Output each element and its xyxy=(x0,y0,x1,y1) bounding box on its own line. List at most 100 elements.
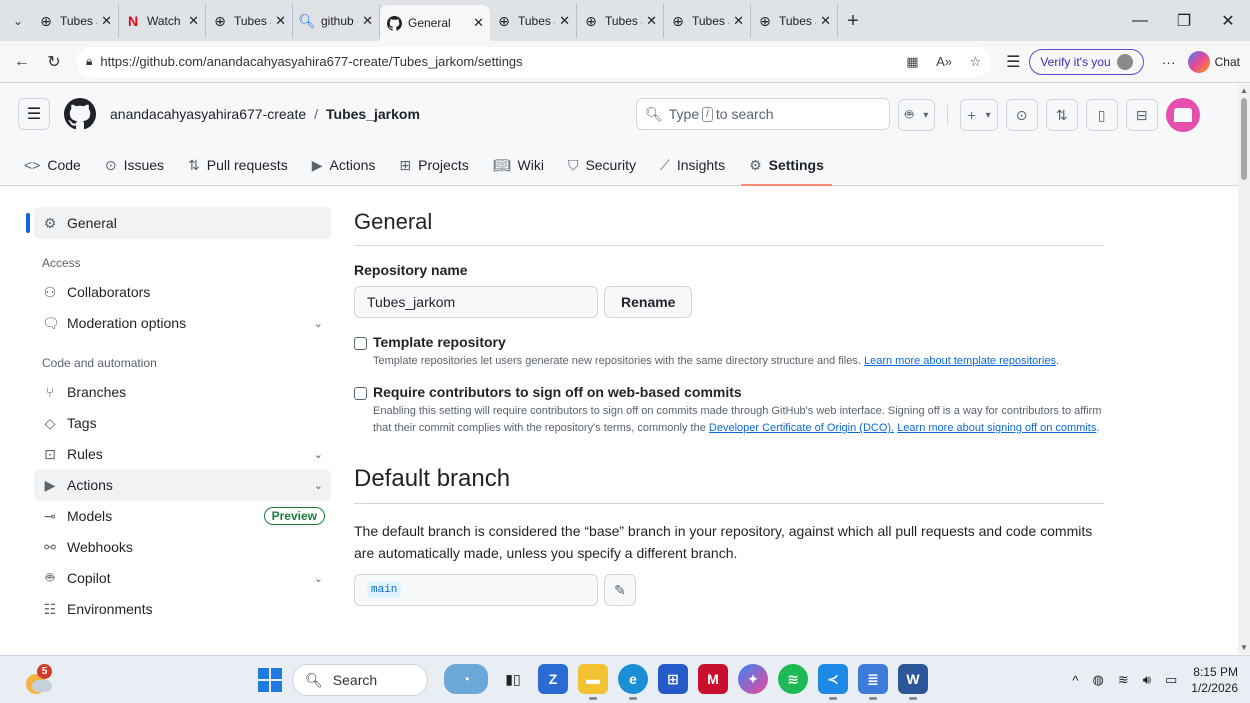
file-explorer-icon[interactable]: ▬ xyxy=(578,664,608,700)
inbox-icon-button[interactable]: ⊟ xyxy=(1125,99,1158,131)
immersive-reader-icon[interactable]: ▦ xyxy=(906,54,918,69)
notification-badge: 5 xyxy=(37,664,52,679)
close-tab-icon[interactable]: ✕ xyxy=(733,13,744,29)
sidebar-item-moderation[interactable]: 🗨︎ Moderation options ⌄ xyxy=(34,307,331,339)
github-logo-icon[interactable] xyxy=(64,98,96,130)
dco-link[interactable]: Developer Certificate of Origin (DCO). xyxy=(709,422,894,434)
spotify-icon[interactable]: ≋ xyxy=(778,664,808,694)
repositories-icon-button[interactable]: ▯ xyxy=(1085,99,1118,131)
browser-tab[interactable]: ⊕Tubes Jarin✕ xyxy=(206,4,293,38)
sidebar-item-branches[interactable]: ⑂ Branches xyxy=(34,376,331,408)
minimize-icon[interactable]: — xyxy=(1118,0,1162,41)
tab-pull-requests[interactable]: ⇅ Pull requests xyxy=(180,144,296,186)
edit-pencil-icon[interactable]: ✎ xyxy=(604,574,636,606)
read-aloud-icon[interactable]: A» xyxy=(936,54,952,69)
tab-projects[interactable]: ⊞ Projects xyxy=(391,144,476,186)
windows-start-icon[interactable] xyxy=(258,668,282,692)
tab-actions[interactable]: ▶ Actions xyxy=(304,144,384,186)
close-tab-icon[interactable]: ✕ xyxy=(188,13,199,29)
signoff-checkbox[interactable] xyxy=(354,387,367,400)
close-tab-icon[interactable]: ✕ xyxy=(820,13,831,29)
task-view-icon[interactable]: ▮▯ xyxy=(498,664,528,694)
pull-requests-icon-button[interactable]: ⇅ xyxy=(1045,99,1078,131)
volume-icon[interactable]: 🔊︎ xyxy=(1143,672,1151,688)
browser-tab[interactable]: ⊕Tubes Jarin✕ xyxy=(751,4,838,38)
template-learn-more-link[interactable]: Learn more about template repositories xyxy=(864,355,1056,367)
wifi-icon[interactable]: ≋ xyxy=(1118,672,1129,688)
sidebar-item-models[interactable]: ⊸ Models Preview xyxy=(34,500,331,532)
close-tab-icon[interactable]: ✕ xyxy=(646,13,657,29)
back-arrow-icon[interactable]: ← xyxy=(6,46,38,78)
browser-tab[interactable]: ⊕Tubes Jarin✕ xyxy=(577,4,664,38)
notepad-icon[interactable]: ≣ xyxy=(858,664,888,700)
close-tab-icon[interactable]: ✕ xyxy=(275,13,286,29)
gear-icon: ⚙ xyxy=(749,156,762,173)
favorites-list-icon[interactable]: ☰ xyxy=(997,46,1029,78)
browser-tab[interactable]: 🔍︎github - Se✕ xyxy=(293,4,380,38)
copilot-menu-button[interactable]: 🤖︎ ▾ xyxy=(898,99,936,131)
tab-settings[interactable]: ⚙ Settings xyxy=(741,144,832,186)
sidebar-item-actions[interactable]: ▶ Actions ⌄ xyxy=(34,469,331,501)
template-repo-checkbox[interactable] xyxy=(354,337,367,350)
weather-widget[interactable]: 5 xyxy=(22,664,54,696)
hamburger-menu-icon[interactable]: ☰ xyxy=(18,98,50,130)
close-window-icon[interactable]: ✕ xyxy=(1206,0,1250,41)
browser-tab[interactable]: NWatch Kelu✕ xyxy=(119,4,206,38)
browser-tab-active[interactable]: General ✕ xyxy=(380,5,490,41)
close-tab-icon[interactable]: ✕ xyxy=(362,13,373,29)
favorite-star-icon[interactable]: ☆ xyxy=(970,54,982,69)
address-bar[interactable]: 🔒︎ https://github.com/anandacahyasyahira… xyxy=(76,46,992,77)
zoom-app-icon[interactable]: Z xyxy=(538,664,568,694)
sidebar-item-rules[interactable]: ⊡ Rules ⌄ xyxy=(34,438,331,470)
word-icon[interactable]: W xyxy=(898,664,928,700)
close-tab-icon[interactable]: ✕ xyxy=(473,15,484,31)
widgets-app-icon[interactable]: ◔ xyxy=(444,664,488,694)
new-tab-plus-icon[interactable]: + xyxy=(838,4,868,38)
create-new-button[interactable]: + ▾ xyxy=(960,99,998,131)
mcafee-icon[interactable]: M xyxy=(698,664,728,694)
tab-wiki[interactable]: 📖︎ Wiki xyxy=(485,144,552,186)
vscode-icon[interactable]: ≺ xyxy=(818,664,848,700)
rename-button[interactable]: Rename xyxy=(604,286,693,318)
tab-actions-menu-chevron-icon[interactable]: ⌄ xyxy=(4,4,32,38)
tab-insights[interactable]: ⟋ Insights xyxy=(652,144,733,186)
breadcrumb-owner[interactable]: anandacahyasyahira677-create xyxy=(110,106,306,122)
browser-tab[interactable]: ⊕Tubes Jarin✕ xyxy=(32,4,119,38)
chevron-up-icon[interactable]: ^ xyxy=(1072,673,1078,688)
store-app-icon[interactable]: ⊞ xyxy=(658,664,688,694)
scrollbar-thumb[interactable] xyxy=(1241,98,1247,180)
sidebar-item-copilot[interactable]: 🤖︎ Copilot ⌄ xyxy=(34,562,331,594)
tab-security[interactable]: ⛉ Security xyxy=(560,144,644,186)
scroll-down-arrow-icon[interactable]: ▼ xyxy=(1240,643,1248,652)
close-tab-icon[interactable]: ✕ xyxy=(101,13,112,29)
repo-name-input[interactable] xyxy=(354,286,598,318)
signoff-learn-more-link[interactable]: Learn more about signing off on commits xyxy=(897,422,1096,434)
more-options-icon[interactable]: ··· xyxy=(1156,54,1182,70)
taskbar-search[interactable]: 🔍︎ Search xyxy=(292,664,428,696)
browser-tab[interactable]: ⊕Tubes Jarin✕ xyxy=(664,4,751,38)
avatar[interactable] xyxy=(1165,98,1200,132)
close-tab-icon[interactable]: ✕ xyxy=(559,13,570,29)
sidebar-item-webhooks[interactable]: ⚯ Webhooks xyxy=(34,531,331,563)
copilot-app-icon[interactable]: ✦ xyxy=(738,664,768,694)
network-icon[interactable]: ◍ xyxy=(1093,672,1104,688)
sidebar-item-collaborators[interactable]: ⚇ Collaborators xyxy=(34,276,331,308)
sidebar-item-environments[interactable]: ☷ Environments xyxy=(34,593,331,625)
page-scrollbar[interactable]: ▲ ▼ xyxy=(1238,84,1250,654)
copilot-chat-button[interactable]: Chat xyxy=(1187,50,1240,73)
edge-browser-icon[interactable]: e xyxy=(618,664,648,700)
breadcrumb-repo[interactable]: Tubes_jarkom xyxy=(326,106,420,122)
clock[interactable]: 8:15 PM 1/2/2026 xyxy=(1191,664,1238,696)
github-search-input[interactable]: 🔍︎ Type / to search xyxy=(636,98,890,130)
issues-icon-button[interactable]: ⊙ xyxy=(1005,99,1038,131)
scroll-up-arrow-icon[interactable]: ▲ xyxy=(1240,86,1248,95)
restore-icon[interactable]: ❐ xyxy=(1162,0,1206,41)
sidebar-item-tags[interactable]: ◇ Tags xyxy=(34,407,331,439)
browser-tab[interactable]: ⊕Tubes Jarin✕ xyxy=(490,4,577,38)
tab-code[interactable]: <> Code xyxy=(16,144,89,186)
refresh-icon[interactable]: ↻ xyxy=(38,46,70,78)
tab-issues[interactable]: ⊙ Issues xyxy=(97,144,172,186)
sidebar-item-general[interactable]: ⚙ General xyxy=(26,207,331,239)
verify-identity-button[interactable]: Verify it's you xyxy=(1029,48,1144,75)
battery-icon[interactable]: ▭ xyxy=(1165,672,1177,688)
